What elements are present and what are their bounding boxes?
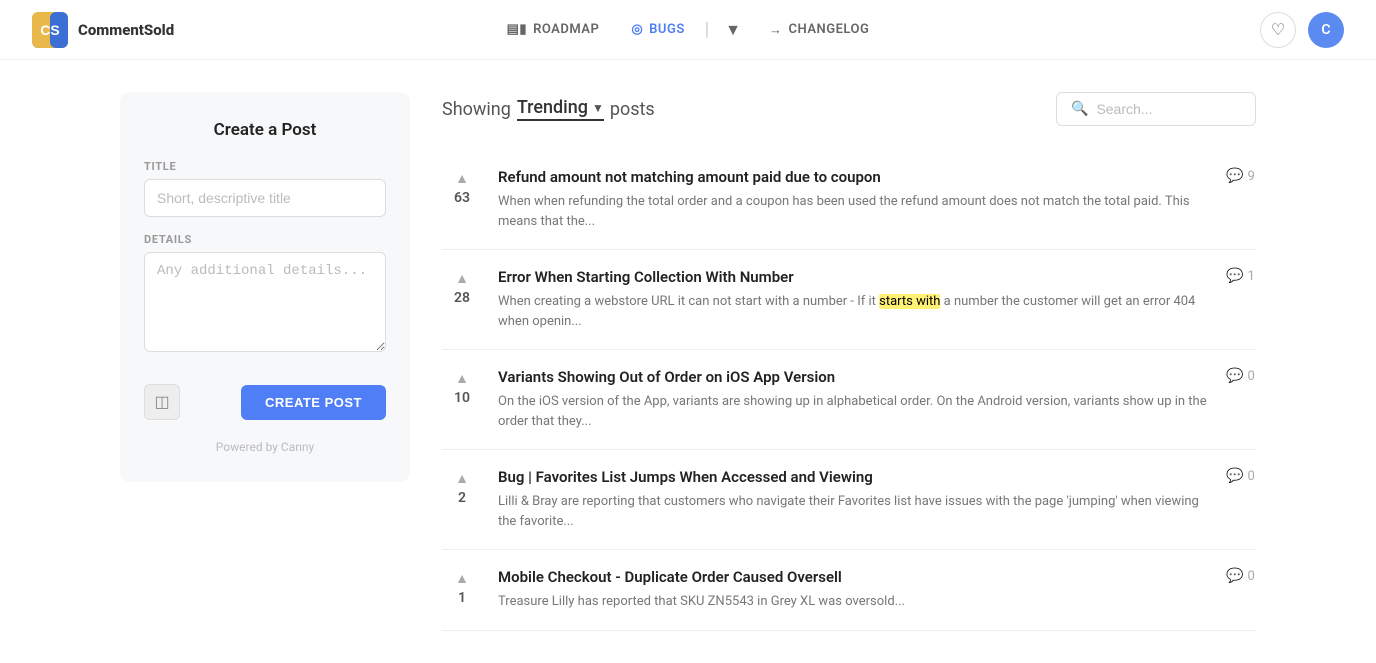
search-input[interactable]: [1096, 101, 1241, 117]
chart-icon: ▤▮: [507, 22, 527, 37]
vote-area: ▲ 2: [442, 468, 482, 506]
create-post-heading: Create a Post: [214, 120, 317, 140]
vote-count: 63: [454, 190, 470, 206]
post-item: ▲ 28 Error When Starting Collection With…: [442, 250, 1256, 350]
arrow-icon: →: [769, 22, 783, 38]
image-upload-button[interactable]: ◫: [144, 384, 180, 420]
comment-icon: 💬: [1226, 568, 1243, 584]
nav-divider: |: [705, 19, 709, 40]
create-post-panel: Create a Post TITLE DETAILS ◫ CREATE POS…: [120, 92, 410, 482]
vote-count: 10: [454, 390, 470, 406]
form-actions: ◫ CREATE POST: [144, 384, 386, 420]
comment-count: 0: [1247, 469, 1254, 484]
post-meta: 💬 9: [1226, 168, 1256, 184]
create-post-button[interactable]: CREATE POST: [241, 385, 386, 420]
comment-count: 0: [1247, 369, 1254, 384]
comment-icon: 💬: [1226, 168, 1243, 184]
search-icon: 🔍: [1071, 101, 1088, 117]
post-meta: 💬 1: [1226, 268, 1256, 284]
chevron-down-icon: ▼: [592, 101, 604, 115]
posts-list: ▲ 63 Refund amount not matching amount p…: [442, 150, 1256, 631]
posts-area: Showing Trending ▼ posts 🔍 ▲ 63 Refund a…: [442, 92, 1256, 631]
header-right: ♡ C: [1260, 12, 1344, 48]
search-box: 🔍: [1056, 92, 1256, 126]
post-title[interactable]: Refund amount not matching amount paid d…: [498, 168, 1210, 186]
post-meta: 💬 0: [1226, 568, 1256, 584]
post-item: ▲ 2 Bug | Favorites List Jumps When Acce…: [442, 450, 1256, 550]
trending-dropdown[interactable]: Trending ▼: [517, 97, 604, 121]
post-content: Variants Showing Out of Order on iOS App…: [498, 368, 1210, 431]
comment-icon: 💬: [1226, 268, 1243, 284]
post-excerpt: Lilli & Bray are reporting that customer…: [498, 492, 1210, 531]
post-excerpt: Treasure Lilly has reported that SKU ZN5…: [498, 592, 1210, 612]
header: CS CommentSold ▤▮ ROADMAP ◎ BUGS | ▼ → C…: [0, 0, 1376, 60]
post-content: Bug | Favorites List Jumps When Accessed…: [498, 468, 1210, 531]
post-excerpt: When when refunding the total order and …: [498, 192, 1210, 231]
post-content: Refund amount not matching amount paid d…: [498, 168, 1210, 231]
comment-icon: 💬: [1226, 368, 1243, 384]
upvote-button[interactable]: ▲: [448, 268, 476, 288]
vote-area: ▲ 28: [442, 268, 482, 306]
title-input[interactable]: [144, 179, 386, 217]
avatar[interactable]: C: [1308, 12, 1344, 48]
title-label: TITLE: [144, 160, 386, 173]
upvote-button[interactable]: ▲: [448, 368, 476, 388]
image-icon: ◫: [154, 392, 169, 412]
upvote-button[interactable]: ▲: [448, 568, 476, 588]
post-meta: 💬 0: [1226, 368, 1256, 384]
showing-label: Showing Trending ▼ posts: [442, 97, 655, 121]
comment-count: 9: [1247, 169, 1254, 184]
comment-count: 1: [1247, 269, 1254, 284]
vote-area: ▲ 10: [442, 368, 482, 406]
vote-count: 28: [454, 290, 470, 306]
highlighted-text: starts with: [879, 294, 940, 309]
post-meta: 💬 0: [1226, 468, 1256, 484]
main-content: Create a Post TITLE DETAILS ◫ CREATE POS…: [88, 60, 1288, 663]
post-title[interactable]: Bug | Favorites List Jumps When Accessed…: [498, 468, 1210, 486]
posts-header: Showing Trending ▼ posts 🔍: [442, 92, 1256, 126]
bell-icon: ♡: [1271, 20, 1285, 40]
logo-icon: CS: [32, 12, 68, 48]
vote-count: 2: [458, 490, 466, 506]
post-content: Error When Starting Collection With Numb…: [498, 268, 1210, 331]
header-nav: ▤▮ ROADMAP ◎ BUGS | ▼ → CHANGELOG: [495, 14, 882, 46]
comment-icon: 💬: [1226, 468, 1243, 484]
details-label: DETAILS: [144, 233, 386, 246]
post-item: ▲ 10 Variants Showing Out of Order on iO…: [442, 350, 1256, 450]
nav-dropdown-arrow[interactable]: ▼: [717, 14, 749, 46]
nav-bugs[interactable]: ◎ BUGS: [619, 16, 696, 43]
post-title[interactable]: Mobile Checkout - Duplicate Order Caused…: [498, 568, 1210, 586]
details-textarea[interactable]: [144, 252, 386, 352]
post-title[interactable]: Variants Showing Out of Order on iOS App…: [498, 368, 1210, 386]
svg-text:CS: CS: [40, 22, 59, 38]
post-title[interactable]: Error When Starting Collection With Numb…: [498, 268, 1210, 286]
title-form-group: TITLE: [144, 160, 386, 217]
vote-area: ▲ 1: [442, 568, 482, 606]
post-content: Mobile Checkout - Duplicate Order Caused…: [498, 568, 1210, 612]
post-excerpt: On the iOS version of the App, variants …: [498, 392, 1210, 431]
nav-roadmap[interactable]: ▤▮ ROADMAP: [495, 16, 612, 43]
vote-area: ▲ 63: [442, 168, 482, 206]
notifications-button[interactable]: ♡: [1260, 12, 1296, 48]
upvote-button[interactable]: ▲: [448, 168, 476, 188]
powered-by: Powered by Canny: [216, 440, 314, 454]
post-item: ▲ 63 Refund amount not matching amount p…: [442, 150, 1256, 250]
comment-count: 0: [1247, 569, 1254, 584]
nav-changelog[interactable]: → CHANGELOG: [757, 16, 881, 44]
brand-name: CommentSold: [78, 21, 174, 39]
target-icon: ◎: [631, 22, 643, 37]
vote-count: 1: [458, 590, 466, 606]
post-item: ▲ 1 Mobile Checkout - Duplicate Order Ca…: [442, 550, 1256, 631]
upvote-button[interactable]: ▲: [448, 468, 476, 488]
details-form-group: DETAILS: [144, 233, 386, 356]
post-excerpt: When creating a webstore URL it can not …: [498, 292, 1210, 331]
